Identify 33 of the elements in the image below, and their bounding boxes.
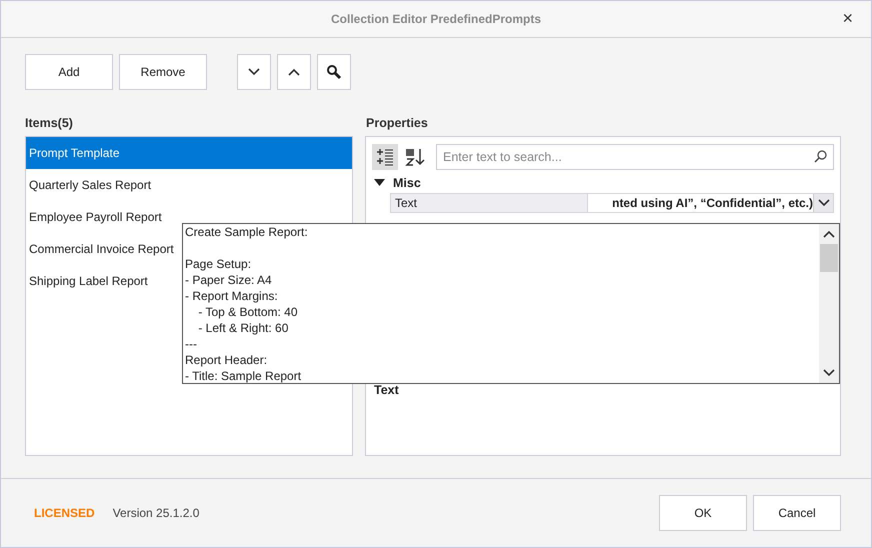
- items-label: Items(5): [25, 116, 74, 132]
- ok-button[interactable]: OK: [659, 495, 747, 531]
- search-icon: [814, 150, 827, 163]
- close-button[interactable]: ×: [840, 9, 855, 27]
- properties-label: Properties: [366, 116, 428, 132]
- description-title: Text: [373, 383, 400, 399]
- chevron-down-icon: [818, 199, 830, 207]
- window-title: Collection Editor PredefinedPrompts: [330, 12, 542, 26]
- add-button[interactable]: Add: [25, 54, 113, 90]
- search-field[interactable]: Enter text to search...: [436, 144, 834, 170]
- chevron-down-icon: [248, 68, 260, 76]
- category-name: Misc: [393, 176, 421, 190]
- collapse-arrow-icon[interactable]: [374, 179, 385, 187]
- categorized-icon: [376, 148, 394, 166]
- categorized-view-button[interactable]: [372, 144, 398, 170]
- search-icon: [326, 64, 342, 80]
- move-down-button[interactable]: [237, 54, 271, 90]
- list-item[interactable]: Quarterly Sales Report: [26, 169, 352, 201]
- scroll-up-icon: [823, 230, 835, 238]
- license-label: LICENSED: [34, 506, 95, 520]
- remove-button[interactable]: Remove: [119, 54, 207, 90]
- scroll-down-icon: [823, 369, 835, 377]
- chevron-up-icon: [288, 68, 300, 76]
- move-up-button[interactable]: [277, 54, 311, 90]
- list-item[interactable]: Prompt Template: [26, 137, 352, 169]
- scrollbar-thumb[interactable]: [820, 244, 838, 272]
- sort-az-icon: [405, 148, 425, 166]
- text-editor[interactable]: Create Sample Report: Page Setup: - Paper Size: A4 - Report Margins: - Top & Bottom: 40 - Left & Right: 60 --- Report Header: - Title: Sample Report: [183, 224, 819, 383]
- property-value[interactable]: nted using AI”, “Confidential”, etc.): [588, 194, 813, 212]
- cancel-button[interactable]: Cancel: [753, 495, 841, 531]
- search-button[interactable]: [317, 54, 351, 90]
- version-label: Version 25.1.2.0: [112, 506, 200, 520]
- dropdown-button[interactable]: [813, 194, 833, 212]
